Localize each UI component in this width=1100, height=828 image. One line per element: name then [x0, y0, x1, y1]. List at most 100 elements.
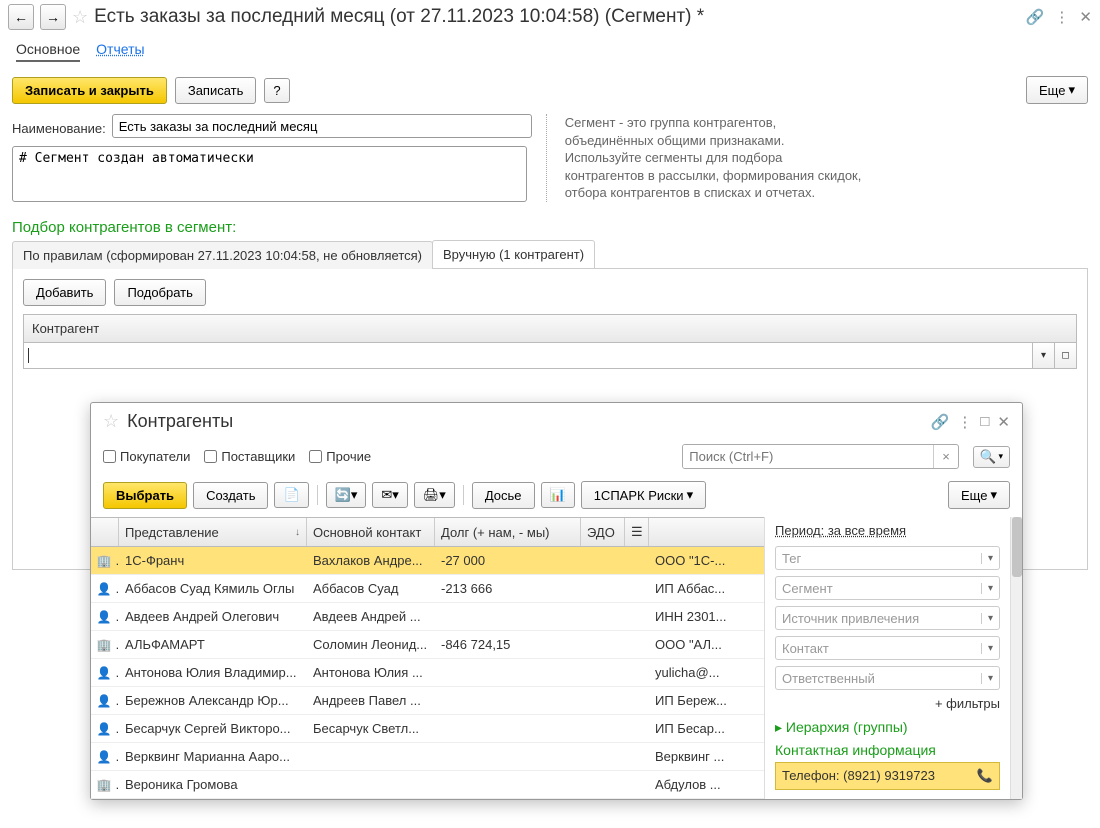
cell-name: Верквинг Марианна Ааро... [119, 743, 307, 770]
cell-debt [435, 743, 581, 770]
cell-debt: -213 666 [435, 575, 581, 602]
nav-back-button[interactable]: ← [8, 4, 34, 30]
col-name[interactable]: Представление↓ [119, 518, 307, 546]
cell-name: Бесарчук Сергей Викторо... [119, 715, 307, 742]
dialog-close-icon[interactable]: ✕ [997, 413, 1010, 431]
table-row[interactable]: 🏢1С-ФранчВахлаков Андре...-27 000ООО "1С… [91, 547, 764, 575]
tree-button[interactable]: 📊 [541, 482, 575, 508]
name-input[interactable] [112, 114, 532, 138]
filter-source[interactable]: Источник привлечения▾ [775, 606, 1000, 630]
table-row[interactable]: 👤Верквинг Марианна Ааро...Верквинг ... [91, 743, 764, 771]
dialog-kebab-icon[interactable]: ⋮ [957, 413, 972, 431]
close-icon[interactable]: ✕ [1079, 8, 1092, 26]
col-ext[interactable] [649, 518, 747, 546]
filter-responsible[interactable]: Ответственный▾ [775, 666, 1000, 690]
filter-segment[interactable]: Сегмент▾ [775, 576, 1000, 600]
subtab-rules[interactable]: По правилам (сформирован 27.11.2023 10:0… [12, 241, 433, 269]
hierarchy-link[interactable]: ▸ Иерархия (группы) [775, 719, 1000, 736]
counterparties-dialog: ☆ Контрагенты 🔗 ⋮ □ ✕ Покупатели Поставщ… [90, 402, 1023, 800]
table-row[interactable]: 👤Бесарчук Сергей Викторо...Бесарчук Свет… [91, 715, 764, 743]
search-button[interactable]: 🔍▾ [973, 446, 1010, 468]
cell-contact: Антонова Юлия ... [307, 659, 435, 686]
period-link[interactable]: Период: за все время [775, 523, 1000, 538]
table-row[interactable]: 🏢Вероника ГромоваАбдулов ... [91, 771, 764, 799]
cell-contact: Бесарчук Светл... [307, 715, 435, 742]
filter-tag[interactable]: Тег▾ [775, 546, 1000, 570]
table-row[interactable]: 👤Антонова Юлия Владимир...Антонова Юлия … [91, 659, 764, 687]
description-textarea[interactable] [12, 146, 527, 202]
cell-name: Аббасов Суад Кямиль Оглы [119, 575, 307, 602]
col-contact[interactable]: Основной контакт [307, 518, 435, 546]
table-row[interactable]: 🏢АЛЬФАМАРТСоломин Леонид...-846 724,15ОО… [91, 631, 764, 659]
page-title: Есть заказы за последний месяц (от 27.11… [94, 6, 1020, 28]
create-button[interactable]: Создать [193, 482, 268, 509]
cell-ext: Верквинг ... [649, 743, 747, 770]
col-list[interactable]: ☰ [625, 518, 649, 546]
table-row[interactable]: 👤Бережнов Александр Юр...Андреев Павел .… [91, 687, 764, 715]
name-label: Наименование: [12, 117, 106, 136]
col-icon[interactable] [91, 518, 119, 546]
col-edo[interactable]: ЭДО [581, 518, 625, 546]
filter-contact[interactable]: Контакт▾ [775, 636, 1000, 660]
chevron-down-icon[interactable]: ▾ [981, 553, 999, 564]
cell-contact: Андреев Павел ... [307, 687, 435, 714]
buyers-checkbox[interactable]: Покупатели [103, 449, 190, 464]
sort-down-icon: ↓ [295, 527, 300, 538]
col-debt[interactable]: Долг (+ нам, - мы) [435, 518, 581, 546]
cell-edo [581, 715, 625, 742]
table-row[interactable]: 👤Аббасов Суад Кямиль ОглыАббасов Суад-21… [91, 575, 764, 603]
cell-edo [581, 575, 625, 602]
scrollbar-thumb[interactable] [1012, 517, 1022, 577]
more-button[interactable]: Еще▾ [1026, 76, 1088, 104]
tab-reports[interactable]: Отчеты [96, 38, 144, 62]
print-button[interactable]: 🖨▾ [414, 482, 455, 508]
select-button[interactable]: Выбрать [103, 482, 187, 509]
pick-button[interactable]: Подобрать [114, 279, 205, 306]
search-input[interactable] [683, 445, 933, 468]
cell-edo [581, 631, 625, 658]
spark-button[interactable]: 1СПАРК Риски▾ [581, 481, 706, 509]
search-clear-icon[interactable]: × [933, 445, 958, 468]
cell-debt [435, 603, 581, 630]
save-close-button[interactable]: Записать и закрыть [12, 77, 167, 104]
chevron-down-icon[interactable]: ▾ [981, 643, 999, 654]
chevron-down-icon[interactable]: ▾ [981, 673, 999, 684]
chevron-down-icon[interactable]: ▾ [981, 583, 999, 594]
dialog-link-icon[interactable]: 🔗 [931, 413, 950, 431]
tab-main[interactable]: Основное [16, 38, 80, 62]
cell-debt [435, 771, 581, 798]
copy-button[interactable]: 📄 [274, 482, 308, 508]
kebab-menu-icon[interactable]: ⋮ [1054, 8, 1069, 26]
suppliers-checkbox[interactable]: Поставщики [204, 449, 295, 464]
table-row[interactable]: 👤Авдеев Андрей ОлеговичАвдеев Андрей ...… [91, 603, 764, 631]
counterparty-input[interactable] [29, 343, 217, 368]
chevron-down-icon[interactable]: ▾ [981, 613, 999, 624]
cell-name: Антонова Юлия Владимир... [119, 659, 307, 686]
dropdown-button[interactable]: ▾ [1032, 343, 1054, 368]
scrollbar[interactable] [1010, 517, 1022, 799]
mail-button[interactable]: ✉▾ [372, 482, 407, 508]
refresh-button[interactable]: 🔄▾ [326, 482, 367, 508]
dialog-more-button[interactable]: Еще▾ [948, 481, 1010, 509]
other-checkbox[interactable]: Прочие [309, 449, 371, 464]
cell-name: АЛЬФАМАРТ [119, 631, 307, 658]
link-icon[interactable]: 🔗 [1026, 8, 1045, 26]
help-button[interactable]: ? [264, 78, 289, 103]
favorite-star-icon[interactable]: ☆ [72, 7, 88, 28]
dialog-maximize-icon[interactable]: □ [980, 413, 989, 430]
add-button[interactable]: Добавить [23, 279, 106, 306]
grid-column-header: Контрагент [23, 314, 1077, 343]
phone-row[interactable]: Телефон: (8921) 9319723📞 [775, 762, 1000, 790]
nav-forward-button[interactable]: → [40, 4, 66, 30]
building-icon: 🏢 [97, 554, 111, 568]
phone-icon[interactable]: 📞 [977, 768, 993, 784]
save-button[interactable]: Записать [175, 77, 257, 104]
more-filters-link[interactable]: + фильтры [775, 696, 1000, 711]
dossier-button[interactable]: Досье [472, 482, 535, 509]
chevron-down-icon: ▾ [990, 487, 997, 503]
subtab-manual[interactable]: Вручную (1 контрагент) [432, 240, 595, 268]
cell-edo [581, 603, 625, 630]
dialog-star-icon[interactable]: ☆ [103, 411, 119, 432]
open-button[interactable]: ◻ [1054, 343, 1076, 368]
cell-contact: Авдеев Андрей ... [307, 603, 435, 630]
